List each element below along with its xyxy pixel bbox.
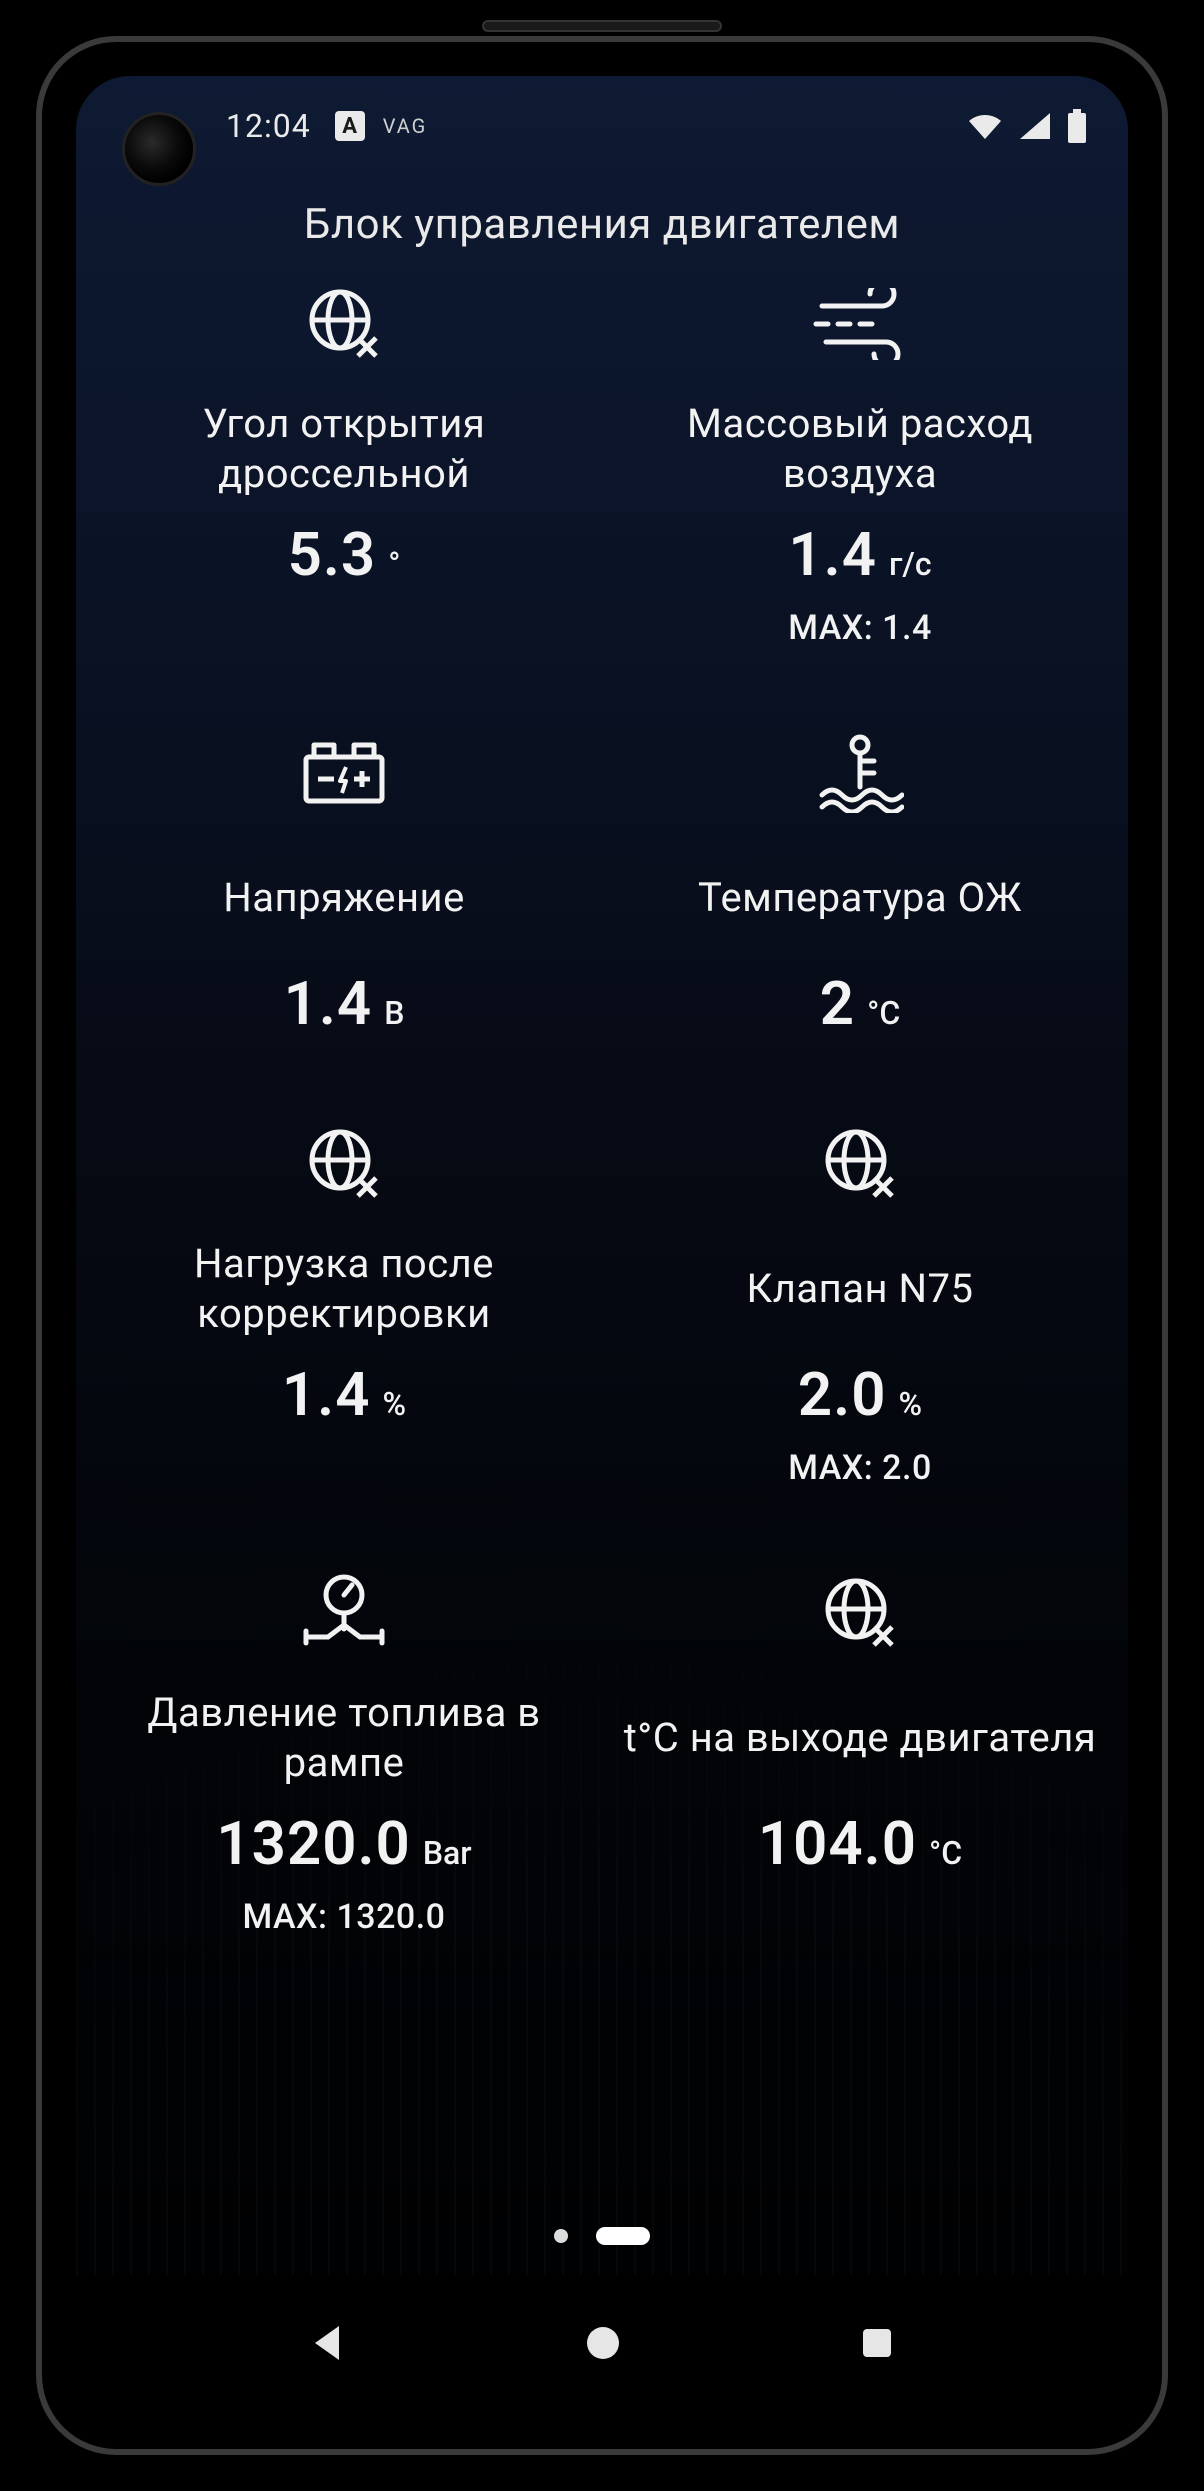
- tile-label: Массовый расход воздуха: [620, 399, 1100, 499]
- tile-unit: °: [388, 545, 400, 583]
- globe-x-icon: [820, 1568, 900, 1658]
- wind-icon: [812, 279, 908, 369]
- globe-x-icon: [304, 1119, 384, 1209]
- tile-max: MAX:1.4: [788, 608, 932, 648]
- sensor-grid: Угол открытия дроссельной 5.3 °: [76, 279, 1128, 1937]
- tile-throttle-angle[interactable]: Угол открытия дроссельной 5.3 °: [86, 279, 602, 648]
- tile-max: MAX:1320.0: [242, 1897, 445, 1937]
- tile-label: Клапан N75: [747, 1239, 974, 1339]
- nav-home-button[interactable]: [580, 2320, 626, 2370]
- tile-value: 1320.0: [216, 1808, 410, 1879]
- tile-fuel-rail-pressure[interactable]: Давление топлива в рампе 1320.0 Bar MAX:…: [86, 1568, 602, 1937]
- tile-value: 1.4: [282, 1359, 371, 1430]
- tile-label: t°C на выходе двигателя: [624, 1688, 1097, 1788]
- android-nav-bar: [76, 2275, 1128, 2415]
- status-system-icons: [966, 109, 1088, 143]
- tile-voltage[interactable]: Напряжение 1.4 В: [86, 728, 602, 1039]
- device-frame: 12:04 A VAG Блок управления двигателем: [0, 0, 1204, 2491]
- nav-back-button[interactable]: [305, 2320, 351, 2370]
- car-battery-icon: [296, 728, 392, 818]
- tile-unit: Bar: [423, 1834, 472, 1872]
- cell-signal-icon: [1018, 111, 1052, 141]
- tile-unit: %: [899, 1385, 923, 1423]
- tile-value: 5.3: [288, 519, 377, 590]
- tile-label: Угол открытия дроссельной: [104, 399, 584, 499]
- page-dot[interactable]: [554, 2229, 568, 2243]
- tile-engine-out-temp[interactable]: t°C на выходе двигателя 104.0 °C: [602, 1568, 1118, 1937]
- tile-label: Нагрузка после корректировки: [104, 1239, 584, 1339]
- tile-unit: г/с: [889, 545, 932, 583]
- tile-max: MAX:2.0: [788, 1448, 932, 1488]
- nav-recent-button[interactable]: [855, 2321, 899, 2369]
- tile-mass-airflow[interactable]: Массовый расход воздуха 1.4 г/с MAX:1.4: [602, 279, 1118, 648]
- coolant-temp-icon: [816, 728, 904, 818]
- globe-x-icon: [820, 1119, 900, 1209]
- tile-label: Температура ОЖ: [698, 848, 1022, 948]
- page-indicator[interactable]: [76, 2227, 1128, 2245]
- globe-x-icon: [304, 279, 384, 369]
- page-title: Блок управления двигателем: [76, 176, 1128, 279]
- tile-load-corrected[interactable]: Нагрузка после корректировки 1.4 %: [86, 1119, 602, 1488]
- tile-label: Напряжение: [223, 848, 465, 948]
- inner-frame: 12:04 A VAG Блок управления двигателем: [36, 36, 1168, 2455]
- tile-unit: °C: [929, 1834, 962, 1872]
- tile-coolant-temp[interactable]: Температура ОЖ 2 °C: [602, 728, 1118, 1039]
- tile-unit: °C: [867, 994, 900, 1032]
- status-bar: 12:04 A VAG: [76, 76, 1128, 176]
- tile-unit: В: [384, 994, 404, 1032]
- tile-unit: %: [383, 1385, 407, 1423]
- tile-label: Давление топлива в рампе: [104, 1688, 584, 1788]
- wifi-icon: [966, 111, 1004, 141]
- page-dot-active[interactable]: [596, 2227, 650, 2245]
- tile-value: 2: [820, 968, 855, 1039]
- front-camera: [122, 112, 196, 186]
- tile-value: 104.0: [758, 1808, 917, 1879]
- screen: 12:04 A VAG Блок управления двигателем: [76, 76, 1128, 2415]
- keyboard-badge: A: [335, 111, 365, 141]
- battery-icon: [1066, 109, 1088, 143]
- speaker-grille: [482, 20, 722, 32]
- tile-valve-n75[interactable]: Клапан N75 2.0 % MAX:2.0: [602, 1119, 1118, 1488]
- tile-value: 1.4: [284, 968, 373, 1039]
- tile-value: 2.0: [798, 1359, 887, 1430]
- pressure-gauge-icon: [298, 1568, 390, 1658]
- status-carrier: VAG: [383, 114, 428, 138]
- status-clock: 12:04: [226, 107, 311, 145]
- tile-value: 1.4: [788, 519, 877, 590]
